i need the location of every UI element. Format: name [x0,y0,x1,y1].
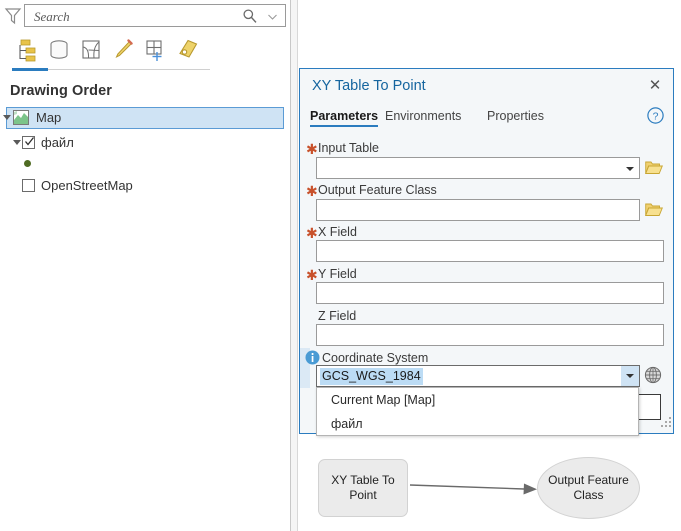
label-output-feature-class: Output Feature Class [318,183,437,197]
folder-open-icon-input-table[interactable] [645,160,663,175]
label-x-field: X Field [318,225,357,239]
coordinate-system-combobox[interactable]: GCS_WGS_1984 [316,365,640,387]
model-node-output[interactable]: Output Feature Class [537,457,640,519]
tree-item-label-map: Map [36,110,61,126]
drawing-order-icon [12,35,42,65]
expander-layer-icon[interactable] [13,140,21,145]
tree-row-layer[interactable]: файл [0,132,290,154]
grid-plus-icon [140,35,170,65]
selection-polygon-icon [76,35,106,65]
tree-row-basemap[interactable]: OpenStreetMap [0,175,290,197]
label-input-table: Input Table [318,141,379,155]
search-input[interactable] [32,7,246,27]
contents-toolbar [0,33,290,69]
list-by-data-source-button[interactable] [44,35,74,65]
tree-item-label-basemap: OpenStreetMap [41,178,133,194]
chevron-down-icon[interactable] [268,14,277,20]
list-by-snapping-button[interactable] [140,35,170,65]
resize-grip-icon[interactable] [661,417,673,429]
map-thumbnail-icon [13,110,29,125]
close-icon[interactable]: ✕ [645,76,665,96]
globe-coordinate-system-icon[interactable] [644,366,662,384]
layer-visibility-checkbox[interactable] [22,136,35,149]
page-title: Drawing Order [10,83,112,99]
coordinate-system-dropdown-button[interactable] [621,366,639,386]
coordinate-system-dropdown-list[interactable]: Current Map [Map] файл [316,387,639,436]
model-node-tool[interactable]: XY Table To Point [318,459,408,517]
x-field-input[interactable] [316,240,664,262]
chevron-down-icon[interactable] [626,167,634,171]
required-star-y-field: ✱ [306,268,318,282]
checkmark-icon [24,136,35,147]
help-question-icon[interactable]: ? [647,107,664,124]
contents-pane: Drawing Order Map [0,0,290,531]
dialog-title: XY Table To Point [312,78,426,94]
application-window: Drawing Order Map [0,0,681,531]
tab-properties[interactable]: Properties [487,109,544,123]
y-field-input[interactable] [316,282,664,304]
tree-row-symbol [0,154,290,174]
tree-row-map[interactable]: Map [0,107,290,129]
dropdown-option-current-map[interactable]: Current Map [Map] [317,388,638,412]
list-by-editing-button[interactable] [108,35,138,65]
basemap-visibility-checkbox[interactable] [22,179,35,192]
chevron-down-icon [626,374,634,378]
list-by-drawing-order-button[interactable] [12,35,42,65]
list-by-selection-button[interactable] [76,35,106,65]
search-box[interactable] [24,4,286,27]
label-coordinate-system: Coordinate System [322,351,428,365]
svg-text:?: ? [653,110,659,122]
green-point-symbol-icon [24,160,31,167]
required-star-x-field: ✱ [306,226,318,240]
label-tag-icon [172,35,202,65]
expander-map-icon[interactable] [3,115,11,120]
tab-environments[interactable]: Environments [385,109,461,123]
required-star-input-table: ✱ [306,142,318,156]
input-table-combobox[interactable] [316,157,640,179]
tab-parameters[interactable]: Parameters [310,109,378,123]
active-tab-underline [12,68,48,71]
folder-open-icon-output-feature-class[interactable] [645,202,663,217]
search-row [0,4,290,28]
label-y-field: Y Field [318,267,357,281]
pencil-icon [108,35,138,65]
list-by-labeling-button[interactable] [172,35,202,65]
coordinate-system-value: GCS_WGS_1984 [320,368,423,385]
database-cylinder-icon [44,35,74,65]
filter-funnel-icon[interactable] [4,7,22,25]
label-z-field: Z Field [318,309,356,323]
z-field-input[interactable] [316,324,664,346]
arrow-connector-icon [408,470,540,500]
tree-item-label-layer: файл [41,135,74,151]
output-feature-class-input[interactable] [316,199,640,221]
magnifier-icon[interactable] [242,8,258,24]
dropdown-option-layer[interactable]: файл [317,412,638,436]
toolbar-underline [48,69,210,70]
required-star-output-feature-class: ✱ [306,184,318,198]
info-circle-icon[interactable] [305,350,320,365]
